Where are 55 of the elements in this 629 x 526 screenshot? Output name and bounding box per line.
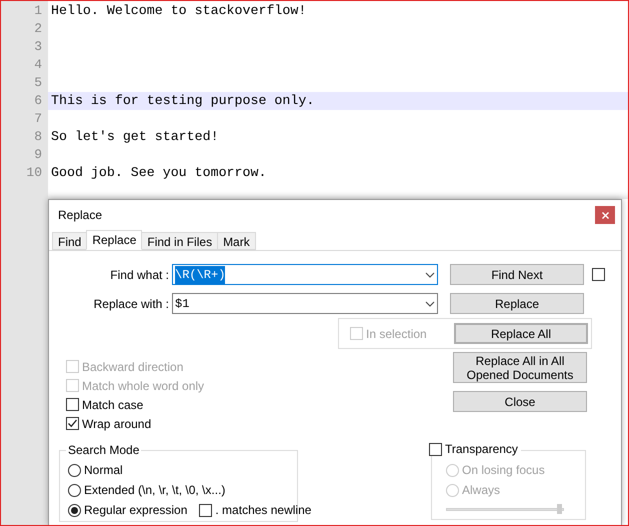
code-line: Hello. Welcome to stackoverflow!	[51, 2, 306, 20]
checkbox-label: In selection	[366, 326, 428, 342]
checkbox[interactable]	[199, 504, 212, 516]
dialog-title: Replace	[58, 207, 102, 224]
line-number: 8	[33, 128, 43, 146]
checkbox-label: Wrap around	[82, 416, 152, 432]
line-number: 9	[33, 146, 43, 164]
radio-label: Regular expression	[84, 502, 188, 519]
slider-thumb[interactable]	[557, 504, 562, 514]
close-icon	[602, 212, 608, 218]
field-label: Replace with :	[92, 296, 170, 312]
line-number: 3	[33, 38, 43, 56]
chevron-down-icon	[425, 300, 435, 306]
close-button[interactable]	[595, 206, 615, 224]
code-line: Good job. See you tomorrow.	[51, 164, 266, 182]
checkbox-label: Match case	[82, 396, 144, 414]
radio-label: Normal	[84, 462, 123, 479]
tab[interactable]: Find in Files	[141, 232, 218, 250]
group-title: Search Mode	[66, 443, 142, 457]
checkbox[interactable]	[429, 442, 442, 456]
radio-label: Always	[462, 482, 500, 499]
line-number: 6	[33, 92, 43, 110]
radio-button[interactable]	[68, 504, 81, 516]
checkbox[interactable]	[592, 268, 605, 281]
chevron-down-icon	[425, 272, 435, 278]
transparency-slider[interactable]	[446, 504, 564, 514]
radio-label: On losing focus	[462, 462, 545, 479]
line-number: 4	[33, 56, 43, 74]
line-number: 5	[33, 74, 43, 92]
checkbox-label: Match whole word only	[82, 378, 204, 394]
radio-label: Extended (\n, \r, \t, \0, \x...)	[84, 482, 226, 499]
line-number: 10	[25, 164, 43, 182]
action-button[interactable]: Close	[453, 391, 587, 412]
action-button[interactable]: Find Next	[450, 264, 584, 285]
replace-all-button[interactable]: Replace All	[454, 323, 588, 344]
checkbox[interactable]	[66, 398, 79, 411]
tab[interactable]: Find	[52, 232, 88, 250]
line-number: 7	[33, 110, 43, 128]
code-line: So let's get started!	[51, 128, 219, 146]
checkbox-label: . matches newline	[215, 502, 312, 519]
code-line: This is for testing purpose only.	[51, 92, 314, 110]
action-button[interactable]: Replace	[450, 293, 584, 314]
checkbox-label: Backward direction	[82, 358, 184, 376]
tab[interactable]: Mark	[217, 232, 256, 250]
action-button[interactable]: Replace All in All Opened Documents	[453, 352, 587, 383]
line-number: 2	[33, 20, 43, 38]
radio-button[interactable]	[68, 484, 81, 496]
checkbox[interactable]	[66, 417, 79, 430]
combo-field[interactable]: \R(\R+)	[172, 264, 438, 285]
tab[interactable]: Replace	[86, 230, 142, 250]
field-label: Find what :	[109, 266, 170, 284]
radio-button[interactable]	[68, 464, 81, 476]
combo-field[interactable]: $1	[172, 293, 438, 314]
checkbox-label: Transparency	[445, 442, 518, 456]
line-number: 1	[33, 2, 43, 20]
